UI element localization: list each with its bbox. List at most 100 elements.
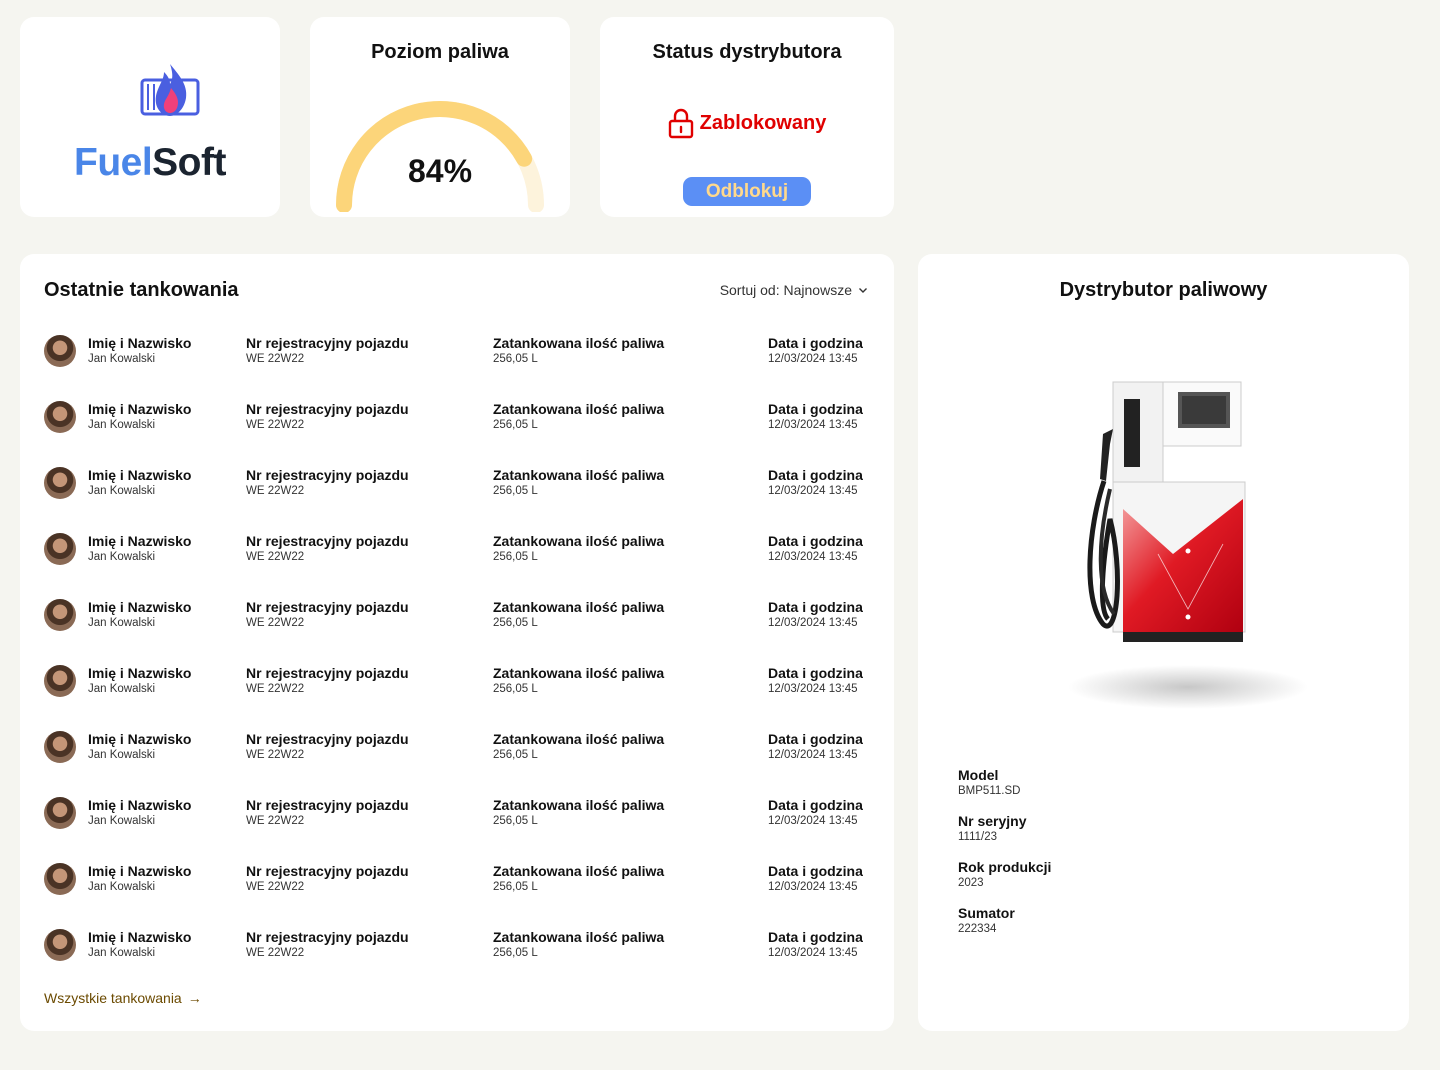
refuel-datetime-label: Data i godzina	[768, 665, 863, 681]
vehicle-plate-label: Nr rejestracyjny pojazdu	[246, 467, 409, 483]
unlock-button[interactable]: Odblokuj	[683, 177, 811, 206]
vehicle-plate-label: Nr rejestracyjny pojazdu	[246, 335, 409, 351]
vehicle-plate-value: WE 22W22	[246, 749, 305, 761]
table-row[interactable]: Imię i Nazwisko Jan Kowalski Nr rejestracy…	[44, 862, 870, 928]
recent-refuels-card: Ostatnie tankowania Sortuj od: Najnowsze…	[20, 254, 894, 1031]
avatar	[44, 665, 76, 697]
customer-name-value: Jan Kowalski	[88, 881, 156, 893]
spec-item: Model BMP511.SD	[958, 766, 1051, 812]
fuel-amount-value: 256,05 L	[493, 617, 538, 629]
customer-name-label: Imię i Nazwisko	[88, 335, 192, 351]
customer-name-label: Imię i Nazwisko	[88, 797, 192, 813]
fuelsoft-logo-icon	[140, 64, 200, 116]
refuels-list: Imię i Nazwisko Jan Kowalski Nr rejestracy…	[44, 334, 870, 994]
table-row[interactable]: Imię i Nazwisko Jan Kowalski Nr rejestracy…	[44, 598, 870, 664]
customer-name-value: Jan Kowalski	[88, 947, 156, 959]
customer-name-cell: Imię i Nazwisko Jan Kowalski	[88, 928, 191, 961]
customer-name-label: Imię i Nazwisko	[88, 929, 192, 945]
refuel-datetime-cell: Data i godzina 12/03/2024 13:45	[768, 598, 863, 631]
vehicle-plate-value: WE 22W22	[246, 683, 305, 695]
customer-name-cell: Imię i Nazwisko Jan Kowalski	[88, 664, 191, 697]
refuel-datetime-value: 12/03/2024 13:45	[768, 683, 858, 695]
sort-dropdown[interactable]: Sortuj od: Najnowsze	[720, 282, 868, 298]
fuel-amount-value: 256,05 L	[493, 749, 538, 761]
table-row[interactable]: Imię i Nazwisko Jan Kowalski Nr rejestracy…	[44, 928, 870, 994]
fuel-amount-value: 256,05 L	[493, 419, 538, 431]
customer-name-value: Jan Kowalski	[88, 551, 156, 563]
table-row[interactable]: Imię i Nazwisko Jan Kowalski Nr rejestracy…	[44, 400, 870, 466]
refuel-datetime-cell: Data i godzina 12/03/2024 13:45	[768, 862, 863, 895]
vehicle-plate-label: Nr rejestracyjny pojazdu	[246, 665, 409, 681]
vehicle-plate-cell: Nr rejestracyjny pojazdu WE 22W22	[246, 400, 409, 433]
vehicle-plate-value: WE 22W22	[246, 947, 305, 959]
spec-value: 2023	[958, 877, 984, 889]
fuel-amount-label: Zatankowana ilość paliwa	[493, 467, 665, 483]
fuel-amount-label: Zatankowana ilość paliwa	[493, 797, 665, 813]
vehicle-plate-value: WE 22W22	[246, 815, 305, 827]
chevron-down-icon	[859, 288, 867, 293]
refuel-datetime-label: Data i godzina	[768, 863, 863, 879]
refuel-datetime-cell: Data i godzina 12/03/2024 13:45	[768, 664, 863, 697]
avatar	[44, 731, 76, 763]
refuel-datetime-value: 12/03/2024 13:45	[768, 353, 858, 365]
fuel-amount-value: 256,05 L	[493, 881, 538, 893]
fuel-level-card: Poziom paliwa 84%	[310, 17, 570, 217]
table-row[interactable]: Imię i Nazwisko Jan Kowalski Nr rejestracy…	[44, 664, 870, 730]
table-row[interactable]: Imię i Nazwisko Jan Kowalski Nr rejestracy…	[44, 466, 870, 532]
refuel-datetime-value: 12/03/2024 13:45	[768, 485, 858, 497]
vehicle-plate-cell: Nr rejestracyjny pojazdu WE 22W22	[246, 532, 409, 565]
customer-name-value: Jan Kowalski	[88, 749, 156, 761]
avatar	[44, 863, 76, 895]
refuel-datetime-value: 12/03/2024 13:45	[768, 617, 858, 629]
table-row[interactable]: Imię i Nazwisko Jan Kowalski Nr rejestracy…	[44, 532, 870, 598]
spec-label: Model	[958, 767, 999, 783]
refuel-datetime-cell: Data i godzina 12/03/2024 13:45	[768, 796, 863, 829]
all-refuels-link[interactable]: Wszystkie tankowania →	[44, 990, 202, 1006]
vehicle-plate-value: WE 22W22	[246, 353, 305, 365]
avatar	[44, 797, 76, 829]
fuelsoft-logo-text: FuelSoft	[74, 141, 226, 184]
dispenser-status-title: Status dystrybutora	[652, 41, 842, 63]
spec-label: Rok produkcji	[958, 859, 1052, 875]
refuel-datetime-cell: Data i godzina 12/03/2024 13:45	[768, 532, 863, 565]
vehicle-plate-label: Nr rejestracyjny pojazdu	[246, 401, 409, 417]
fuel-amount-label: Zatankowana ilość paliwa	[493, 731, 665, 747]
sort-label: Sortuj od: Najnowsze	[719, 282, 852, 298]
customer-name-label: Imię i Nazwisko	[88, 863, 192, 879]
table-row[interactable]: Imię i Nazwisko Jan Kowalski Nr rejestracy…	[44, 730, 870, 796]
fuel-amount-cell: Zatankowana ilość paliwa 256,05 L	[493, 796, 664, 829]
vehicle-plate-cell: Nr rejestracyjny pojazdu WE 22W22	[246, 862, 409, 895]
vehicle-plate-cell: Nr rejestracyjny pojazdu WE 22W22	[246, 928, 409, 961]
recent-refuels-title: Ostatnie tankowania	[44, 279, 239, 301]
fuel-amount-value: 256,05 L	[493, 815, 538, 827]
table-row[interactable]: Imię i Nazwisko Jan Kowalski Nr rejestracy…	[44, 796, 870, 862]
customer-name-value: Jan Kowalski	[88, 353, 156, 365]
avatar	[44, 929, 76, 961]
table-row[interactable]: Imię i Nazwisko Jan Kowalski Nr rejestracy…	[44, 334, 870, 400]
spec-label: Nr seryjny	[958, 813, 1027, 829]
fuel-level-gauge	[336, 100, 544, 212]
spec-value: 222334	[958, 923, 997, 935]
refuel-datetime-value: 12/03/2024 13:45	[768, 419, 858, 431]
fuel-amount-label: Zatankowana ilość paliwa	[493, 335, 665, 351]
customer-name-value: Jan Kowalski	[88, 815, 156, 827]
fuel-amount-value: 256,05 L	[493, 947, 538, 959]
refuel-datetime-cell: Data i godzina 12/03/2024 13:45	[768, 928, 863, 961]
arrow-right-icon: →	[187, 990, 202, 1006]
customer-name-cell: Imię i Nazwisko Jan Kowalski	[88, 334, 191, 367]
customer-name-cell: Imię i Nazwisko Jan Kowalski	[88, 466, 191, 499]
vehicle-plate-value: WE 22W22	[246, 551, 305, 563]
customer-name-label: Imię i Nazwisko	[88, 467, 192, 483]
refuel-datetime-label: Data i godzina	[768, 797, 863, 813]
dispenser-specs: Model BMP511.SD Nr seryjny 1111/23 Rok produ…	[958, 766, 1051, 950]
customer-name-label: Imię i Nazwisko	[88, 401, 192, 417]
refuel-datetime-value: 12/03/2024 13:45	[768, 551, 858, 563]
fuel-amount-cell: Zatankowana ilość paliwa 256,05 L	[493, 400, 664, 433]
fuel-amount-cell: Zatankowana ilość paliwa 256,05 L	[493, 664, 664, 697]
refuel-datetime-cell: Data i godzina 12/03/2024 13:45	[768, 730, 863, 763]
dispenser-status-text: Zablokowany	[699, 111, 827, 134]
customer-name-cell: Imię i Nazwisko Jan Kowalski	[88, 532, 191, 565]
refuel-datetime-value: 12/03/2024 13:45	[768, 815, 858, 827]
avatar	[44, 533, 76, 565]
fuel-dispenser-card: Dystrybutor paliwowy Model BMP511.SD Nr …	[918, 254, 1409, 1031]
